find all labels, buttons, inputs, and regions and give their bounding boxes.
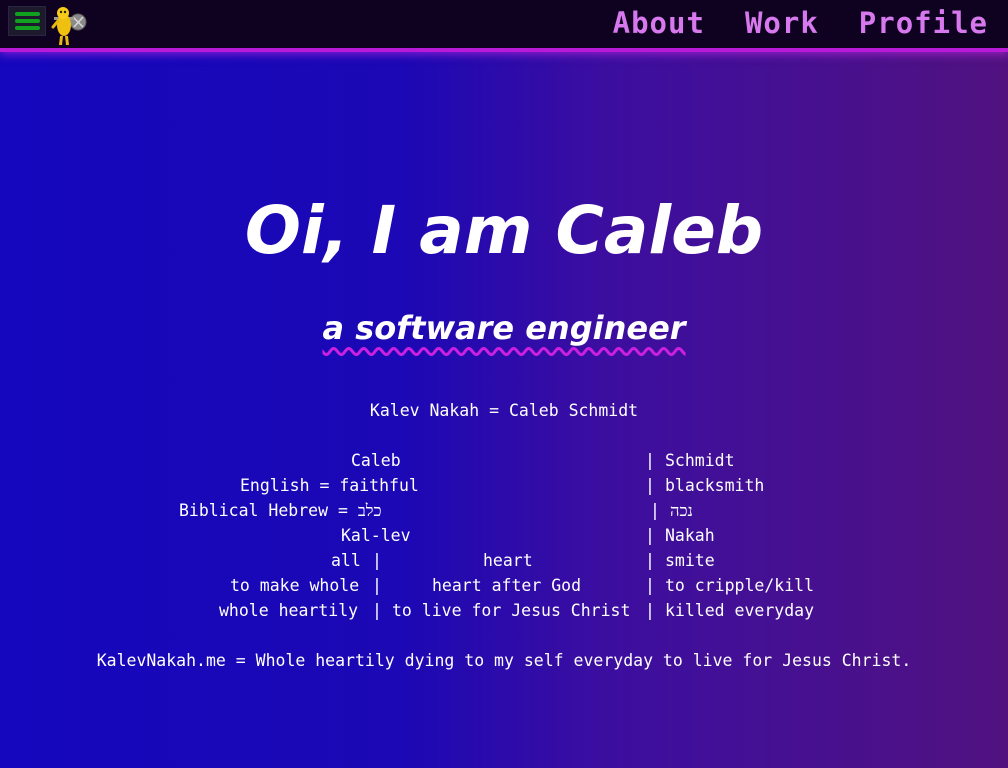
- meaning-separator: |: [372, 551, 382, 570]
- hamburger-menu-icon[interactable]: [8, 6, 46, 36]
- meaning-row-mid: heart after God: [432, 576, 582, 595]
- nav-link-about[interactable]: About: [613, 6, 705, 40]
- meaning-separator: |: [372, 601, 382, 620]
- meaning-row-right: to cripple/kill: [665, 576, 815, 595]
- meaning-row-right: smite: [665, 551, 715, 570]
- meaning-row-left: all: [331, 551, 361, 570]
- meaning-row-left: Caleb: [351, 451, 401, 470]
- meaning-intro: Kalev Nakah = Caleb Schmidt: [369, 401, 639, 420]
- meaning-separator: |: [645, 476, 655, 495]
- menu-bar: [15, 19, 40, 23]
- meaning-row-left: to make whole: [230, 576, 360, 595]
- meaning-separator: |: [372, 576, 382, 595]
- meaning-row-right: blacksmith: [665, 476, 765, 495]
- meaning-row-left: whole heartily: [219, 601, 359, 620]
- meaning-separator: |: [645, 576, 655, 595]
- nav-links: About Work Profile: [573, 0, 988, 46]
- logo-icon[interactable]: [50, 3, 88, 47]
- meaning-row-right: Nakah: [665, 526, 715, 545]
- menu-bar: [15, 12, 40, 16]
- meaning-row-right: נכה: [670, 501, 693, 520]
- meaning-row-left: English = faithful: [240, 476, 419, 495]
- hero-subtitle: a software engineer: [0, 306, 1008, 350]
- nav-link-profile[interactable]: Profile: [859, 6, 988, 40]
- meaning-separator: |: [645, 601, 655, 620]
- meaning-conclusion: KalevNakah.me = Whole heartily dying to …: [96, 651, 912, 670]
- hero-subtitle-text: a software engineer: [322, 309, 686, 347]
- meaning-row-right: killed everyday: [665, 601, 815, 620]
- meaning-row-left: Kal-lev: [341, 526, 411, 545]
- meaning-row-mid: heart: [483, 551, 533, 570]
- meaning-row-right: Schmidt: [665, 451, 735, 470]
- hero-title: Oi, I am Caleb: [244, 192, 764, 269]
- top-navbar: About Work Profile: [0, 0, 1008, 52]
- meaning-separator: |: [645, 526, 655, 545]
- nav-link-work[interactable]: Work: [745, 6, 819, 40]
- meaning-row-mid: to live for Jesus Christ: [392, 601, 631, 620]
- meaning-separator: |: [645, 551, 655, 570]
- menu-bar: [15, 26, 40, 30]
- meaning-row-left: Biblical Hebrew = כלב: [179, 501, 382, 520]
- meaning-separator: |: [645, 451, 655, 470]
- meaning-separator: |: [650, 501, 660, 520]
